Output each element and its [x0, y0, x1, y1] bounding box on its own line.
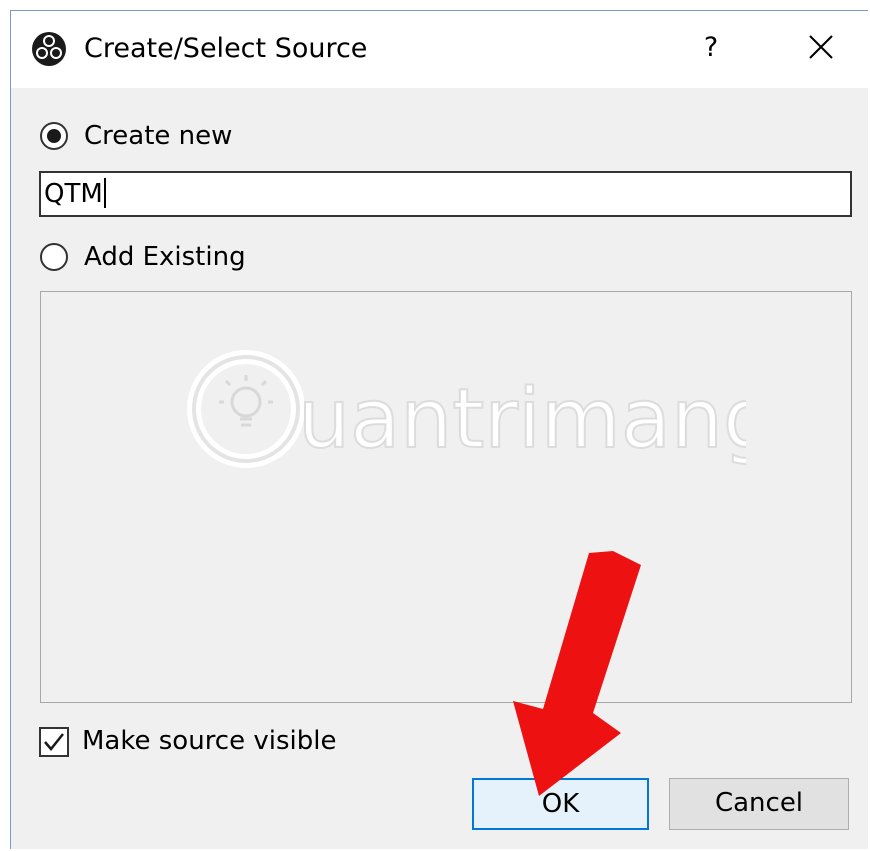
close-button[interactable]: [791, 25, 851, 71]
create-new-radio[interactable]: [39, 121, 69, 151]
source-name-value: QTM: [44, 179, 103, 209]
title-bar[interactable]: Create/Select Source ?: [11, 11, 869, 88]
cancel-button[interactable]: Cancel: [669, 778, 849, 830]
close-icon: [809, 35, 833, 59]
source-name-input[interactable]: QTM: [39, 171, 852, 217]
make-visible-checkbox[interactable]: [39, 727, 69, 757]
watermark-text: uantrimang: [298, 372, 746, 467]
existing-sources-list[interactable]: uantrimang: [40, 291, 852, 703]
create-new-label: Create new: [84, 121, 233, 151]
quantrimang-watermark: uantrimang: [187, 350, 746, 468]
make-visible-label: Make source visible: [82, 726, 337, 756]
add-existing-radio[interactable]: [39, 242, 69, 272]
add-existing-label: Add Existing: [84, 242, 246, 272]
dialog-title: Create/Select Source: [84, 33, 368, 64]
obs-logo-icon: [32, 32, 66, 66]
text-caret: [103, 177, 106, 208]
help-button[interactable]: ?: [681, 25, 741, 71]
red-arrow-annotation: [513, 551, 641, 796]
create-select-source-dialog: Create/Select Source ? Create new QTM Ad…: [10, 10, 869, 849]
